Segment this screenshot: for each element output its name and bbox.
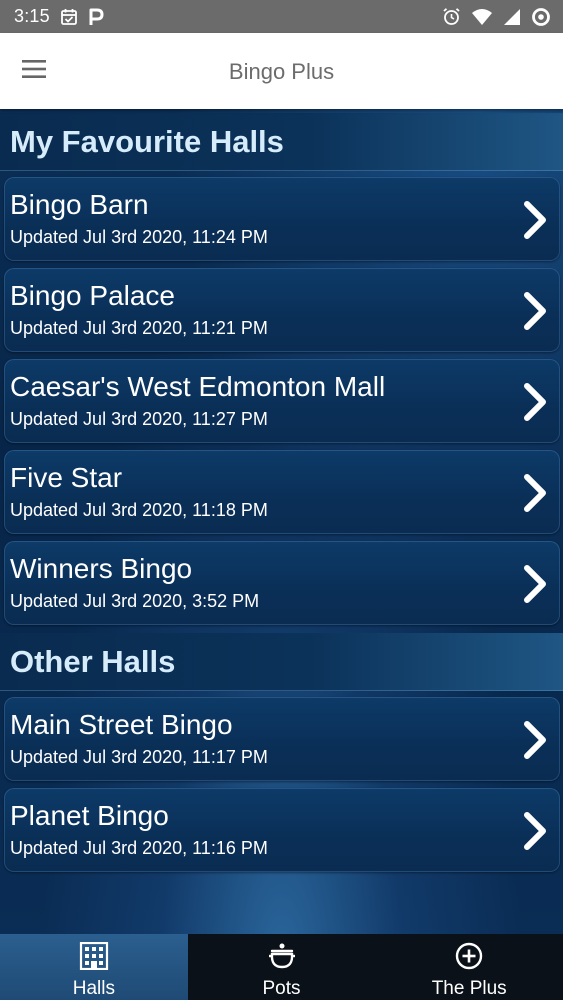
hall-updated: Updated Jul 3rd 2020, 11:17 PM (10, 747, 268, 767)
chevron-right-icon (524, 721, 546, 759)
halls-list[interactable]: My Favourite Halls Bingo Barn Updated Ju… (0, 109, 563, 934)
hall-row-bingo-palace[interactable]: Bingo Palace Updated Jul 3rd 2020, 11:21… (4, 268, 560, 352)
alarm-icon (442, 7, 461, 26)
pot-icon (267, 942, 297, 975)
hall-updated: Updated Jul 3rd 2020, 11:16 PM (10, 838, 268, 858)
hall-name: Main Street Bingo (10, 709, 233, 740)
status-bar: 3:15 (0, 0, 563, 33)
section-header-other: Other Halls (0, 633, 563, 691)
hall-updated: Updated Jul 3rd 2020, 11:27 PM (10, 409, 268, 429)
hall-row-caesars-west-edmonton-mall[interactable]: Caesar's West Edmonton Mall Updated Jul … (4, 359, 560, 443)
nav-label: Pots (262, 978, 301, 999)
hall-row-planet-bingo[interactable]: Planet Bingo Updated Jul 3rd 2020, 11:16… (4, 788, 560, 872)
bottom-nav: Halls Pots The Plus (0, 934, 563, 1000)
nav-label: The Plus (431, 978, 507, 999)
section-title: My Favourite Halls (10, 123, 284, 159)
hall-name: Five Star (10, 462, 123, 493)
plus-circle-icon (454, 942, 484, 975)
calendar-check-icon (60, 8, 78, 26)
page-title: Bingo Plus (228, 59, 335, 84)
hall-row-winners-bingo[interactable]: Winners Bingo Updated Jul 3rd 2020, 3:52… (4, 541, 560, 625)
nav-tab-the-plus[interactable]: The Plus (375, 934, 563, 1000)
chevron-right-icon (524, 565, 546, 603)
nav-tab-halls[interactable]: Halls (0, 934, 188, 1000)
chevron-right-icon (524, 383, 546, 421)
app-bar: Bingo Plus (0, 33, 563, 109)
chevron-right-icon (524, 812, 546, 850)
hall-name: Bingo Barn (10, 189, 149, 220)
hall-name: Caesar's West Edmonton Mall (10, 371, 386, 402)
hall-name: Bingo Palace (10, 280, 176, 311)
status-right (442, 7, 551, 27)
chevron-right-icon (524, 292, 546, 330)
nav-tab-pots[interactable]: Pots (188, 934, 376, 1000)
hall-updated: Updated Jul 3rd 2020, 11:24 PM (10, 227, 268, 247)
hall-row-bingo-barn[interactable]: Bingo Barn Updated Jul 3rd 2020, 11:24 P… (4, 177, 560, 261)
cell-signal-icon (503, 8, 521, 26)
section-title: Other Halls (10, 643, 176, 679)
hall-row-main-street-bingo[interactable]: Main Street Bingo Updated Jul 3rd 2020, … (4, 697, 560, 781)
hall-updated: Updated Jul 3rd 2020, 11:18 PM (10, 500, 268, 520)
hall-row-five-star[interactable]: Five Star Updated Jul 3rd 2020, 11:18 PM (4, 450, 560, 534)
status-time: 3:15 (14, 6, 50, 26)
wifi-icon (471, 8, 493, 26)
nav-label: Halls (72, 978, 115, 999)
data-saver-icon (531, 7, 551, 27)
section-header-favourites: My Favourite Halls (0, 113, 563, 171)
chevron-right-icon (524, 474, 546, 512)
chevron-right-icon (524, 201, 546, 239)
hall-name: Winners Bingo (10, 553, 193, 584)
hall-updated: Updated Jul 3rd 2020, 3:52 PM (10, 591, 260, 611)
status-left: 3:15 (14, 6, 104, 27)
hall-updated: Updated Jul 3rd 2020, 11:21 PM (10, 318, 268, 338)
parking-p-icon (88, 8, 104, 26)
building-icon (79, 941, 109, 975)
hall-name: Planet Bingo (10, 800, 169, 831)
